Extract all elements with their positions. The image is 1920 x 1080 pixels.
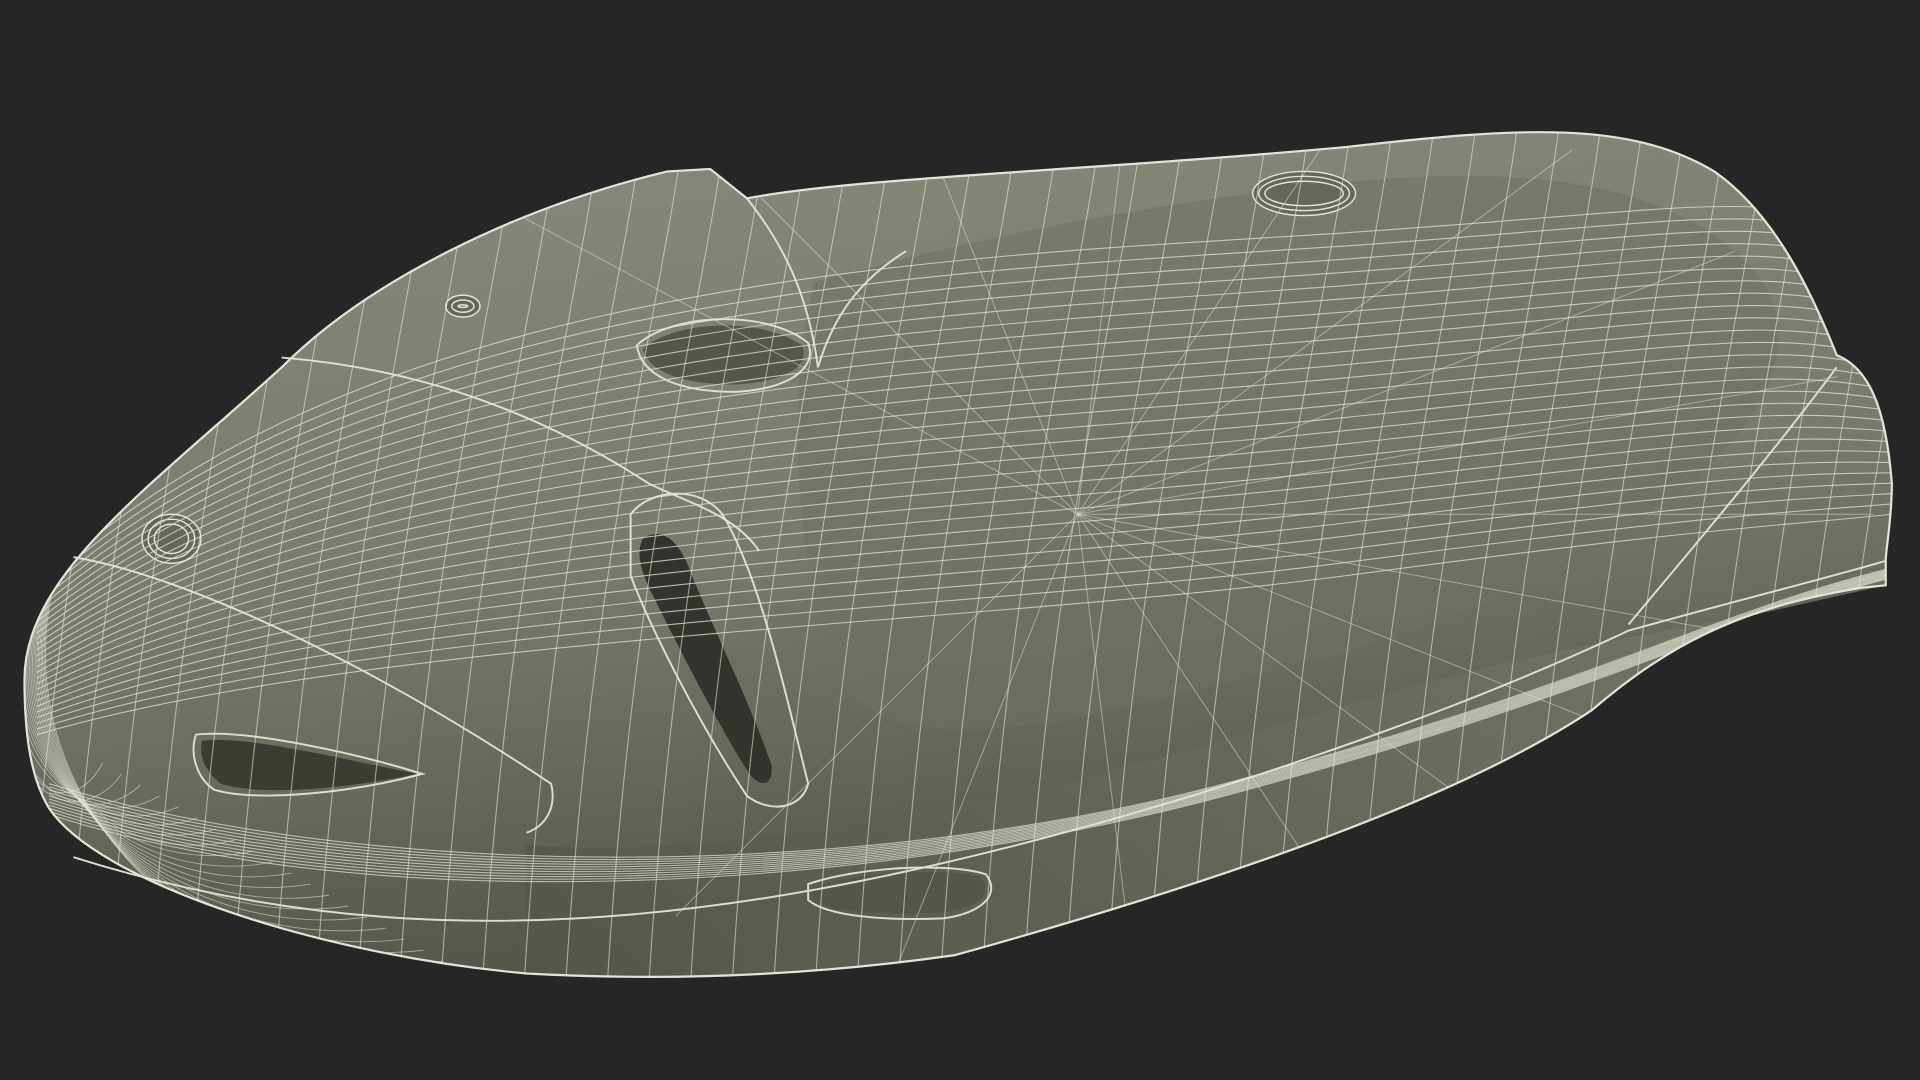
render-viewport <box>0 0 1920 1080</box>
wireframe-render <box>23 131 1893 978</box>
